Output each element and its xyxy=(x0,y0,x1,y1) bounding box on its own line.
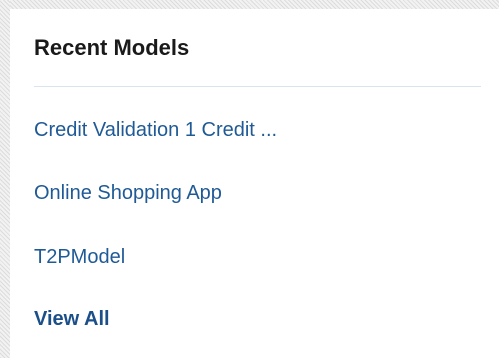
page: Recent Models Credit Validation 1 Credit… xyxy=(0,0,499,358)
view-all-link[interactable]: View All xyxy=(34,307,110,331)
panel-title: Recent Models xyxy=(34,35,190,60)
title-divider xyxy=(34,86,481,87)
recent-models-panel: Recent Models Credit Validation 1 Credit… xyxy=(10,9,499,358)
model-link-credit-validation[interactable]: Credit Validation 1 Credit ... xyxy=(34,118,277,142)
model-link-t2pmodel[interactable]: T2PModel xyxy=(34,245,125,269)
background-hatch-left xyxy=(0,0,10,358)
model-link-online-shopping-app[interactable]: Online Shopping App xyxy=(34,181,222,205)
background-hatch-top xyxy=(0,0,499,9)
